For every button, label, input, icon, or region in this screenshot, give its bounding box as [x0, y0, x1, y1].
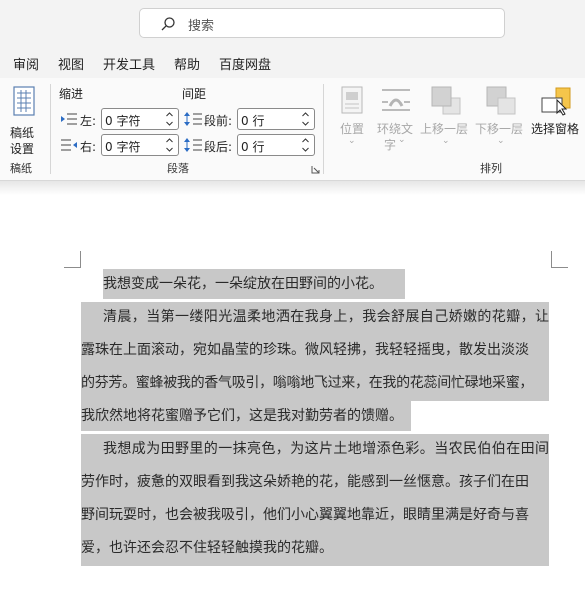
text-line[interactable]: 清晨，当第一缕阳光温柔地洒在我身上，我会舒展自己娇嫩的花瓣，让 [103, 302, 549, 332]
menu-help[interactable]: 帮助 [174, 54, 200, 73]
indent-left-spinner[interactable]: 0 字符 [101, 108, 179, 130]
send-backward-label: 下移一层 [475, 122, 524, 136]
spacing-header: 间距 [182, 87, 207, 101]
send-backward-icon [486, 86, 516, 115]
bring-forward-label: 上移一层 [420, 122, 469, 136]
text-line[interactable]: 我想变成一朵花，一朵绽放在田野间的小花。 [103, 269, 383, 299]
menu-developer[interactable]: 开发工具 [103, 54, 155, 73]
selection-pane-icon [541, 87, 571, 116]
paper-setup-icon [13, 86, 35, 116]
text-line[interactable]: 劳作时，疲惫的双眼看到我这朵娇艳的花，能感到一丝惬意。孩子们在田 [81, 467, 549, 497]
ribbon-shadow [0, 181, 585, 195]
crop-mark-right [551, 251, 568, 268]
title-bar: 搜索 [0, 0, 585, 50]
selection-pane-label: 选择窗格 [531, 122, 580, 136]
spacing-after-value: 0 行 [241, 140, 265, 154]
indent-right-label: 右: [80, 140, 97, 154]
search-box[interactable]: 搜索 [139, 8, 505, 38]
chevron-down-icon: ⌄ [348, 136, 356, 146]
spacing-before-label: 段前: [204, 114, 233, 128]
selection-pane-button[interactable]: 选择窗格 [530, 84, 584, 154]
group-label-arrange: 排列 [480, 162, 502, 175]
spinner-arrows-icon[interactable] [301, 136, 310, 154]
spinner-arrows-icon[interactable] [165, 110, 174, 128]
spacing-before-spinner[interactable]: 0 行 [237, 108, 315, 130]
position-icon [341, 86, 363, 114]
group-separator [50, 84, 51, 174]
text-line[interactable]: 我想成为田野里的一抹亮色，为这片土地增添色彩。当农民伯伯在田间 [103, 434, 549, 464]
spacing-before-icon [184, 112, 202, 126]
indent-left-value: 0 字符 [105, 114, 141, 128]
text-line[interactable]: 露珠在上面滚动，宛如晶莹的珍珠。微风轻拂，我轻轻摇曳，散发出淡淡 [81, 335, 549, 365]
wrap-text-label-line1: 环绕文 [377, 122, 414, 136]
indent-right-value: 0 字符 [105, 140, 141, 154]
indent-right-spinner[interactable]: 0 字符 [101, 134, 179, 156]
position-button[interactable]: 位置 ⌄ [336, 84, 368, 154]
menu-view[interactable]: 视图 [58, 54, 84, 73]
search-icon [161, 17, 175, 31]
paper-setup-button[interactable]: 稿纸 设置 [6, 84, 42, 156]
send-backward-button[interactable]: 下移一层 ⌄ [475, 84, 527, 154]
spacing-after-icon [184, 138, 202, 152]
ribbon: 稿纸 设置 稿纸 缩进 间距 左: 0 字符 右: 0 字符 段前: 0 行 段… [0, 78, 585, 181]
menu-review[interactable]: 审阅 [13, 54, 39, 73]
indent-right-icon [61, 139, 77, 151]
text-line[interactable]: 我欣然地将花蜜赠予它们，这是我对勤劳者的馈赠。 [81, 401, 403, 431]
paper-setup-label-line2: 设置 [10, 142, 35, 156]
text-line[interactable]: 的芬芳。蜜蜂被我的香气吸引，嗡嗡地飞过来，在我的花蕊间忙碌地采蜜， [81, 368, 549, 398]
crop-mark-left [64, 251, 81, 268]
group-separator [323, 84, 324, 174]
chevron-down-icon: ⌄ [442, 136, 450, 146]
spacing-after-spinner[interactable]: 0 行 [237, 134, 315, 156]
text-line[interactable]: 爱，也许还会忍不住轻轻触摸我的花瓣。 [81, 533, 333, 563]
chevron-down-icon: ⌄ [497, 136, 505, 146]
group-label-paper: 稿纸 [10, 162, 32, 175]
group-label-paragraph: 段落 [167, 162, 189, 175]
menu-bar: 审阅 视图 开发工具 帮助 百度网盘 [0, 50, 585, 78]
indent-header: 缩进 [59, 87, 84, 101]
menu-baidu-netdisk[interactable]: 百度网盘 [219, 54, 271, 73]
indent-left-icon [61, 113, 77, 125]
bring-forward-icon [431, 86, 461, 115]
spacing-before-value: 0 行 [241, 114, 265, 128]
bring-forward-button[interactable]: 上移一层 ⌄ [420, 84, 472, 154]
spacing-after-label: 段后: [204, 140, 233, 154]
wrap-text-label-line2: 字 [384, 138, 397, 152]
search-placeholder: 搜索 [188, 19, 215, 34]
spinner-arrows-icon[interactable] [301, 110, 310, 128]
position-label: 位置 [340, 122, 365, 136]
spinner-arrows-icon[interactable] [165, 136, 174, 154]
document-page[interactable]: 我想变成一朵花，一朵绽放在田野间的小花。 清晨，当第一缕阳光温柔地洒在我身上，我… [0, 195, 585, 603]
chevron-down-icon: ⌄ [398, 135, 406, 145]
dialog-launcher-icon[interactable] [311, 165, 320, 174]
wrap-text-button[interactable]: 环绕文 字 ⌄ [376, 84, 416, 154]
indent-left-label: 左: [80, 114, 97, 128]
paper-setup-label-line1: 稿纸 [10, 126, 35, 140]
wrap-text-icon [382, 89, 410, 111]
text-line[interactable]: 野间玩耍时，也会被我吸引，他们小心翼翼地靠近，眼睛里满是好奇与喜 [81, 500, 549, 530]
